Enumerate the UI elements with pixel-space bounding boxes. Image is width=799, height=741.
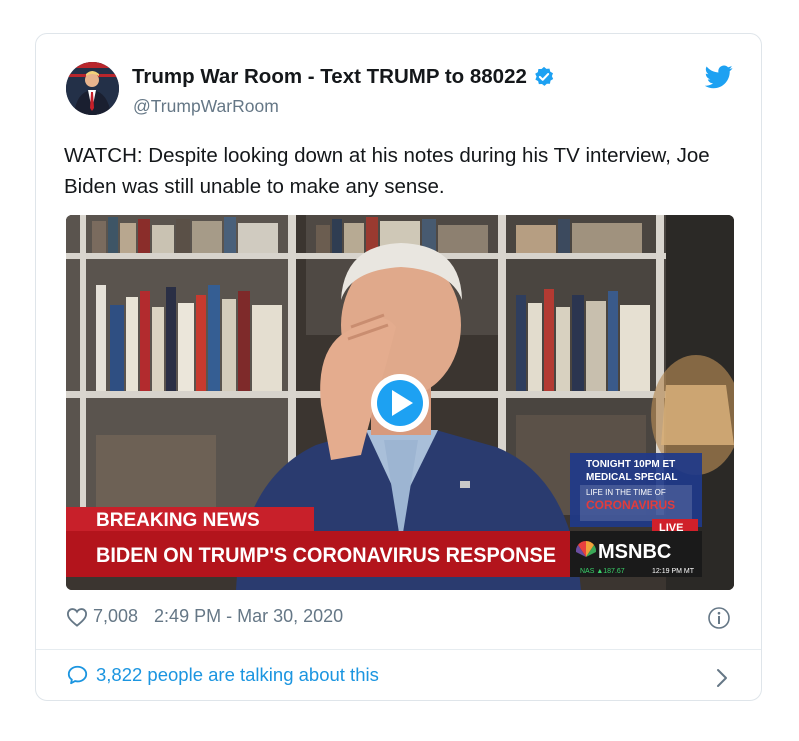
headline-label: BIDEN ON TRUMP'S CORONAVIRUS RESPONSE (96, 544, 556, 567)
comment-bubble-icon (67, 665, 88, 685)
play-icon[interactable] (371, 374, 429, 432)
promo-line1: TONIGHT 10PM ET (586, 459, 675, 470)
clock-label: 12:19 PM MT (652, 568, 695, 575)
heart-icon[interactable] (66, 607, 88, 627)
verified-badge-icon (535, 66, 554, 86)
network-logo: MSNBC (598, 541, 671, 563)
promo-line3: LIFE IN THE TIME OF (586, 488, 666, 497)
tweet-timestamp[interactable]: 2:49 PM - Mar 30, 2020 (154, 606, 343, 627)
tweet-card[interactable]: Trump War Room - Text TRUMP to 88022 @Tr… (35, 33, 762, 701)
author-avatar[interactable] (66, 62, 119, 115)
chevron-right-icon[interactable] (715, 667, 729, 689)
author-name[interactable]: Trump War Room - Text TRUMP to 88022 (132, 65, 527, 89)
twitter-bird-icon[interactable] (705, 65, 733, 89)
ticker-label: NAS ▲187.67 (580, 568, 625, 575)
author-handle[interactable]: @TrumpWarRoom (133, 96, 279, 117)
breaking-news-label: BREAKING NEWS (96, 510, 260, 531)
conversation-link[interactable]: 3,822 people are talking about this (66, 664, 379, 686)
like-count[interactable]: 7,008 (93, 606, 138, 627)
talking-about-label[interactable]: 3,822 people are talking about this (96, 664, 379, 686)
info-icon[interactable] (707, 606, 731, 630)
divider (36, 649, 761, 650)
tweet-text: WATCH: Despite looking down at his notes… (64, 144, 710, 198)
promo-line4: CORONAVIRUS (586, 498, 675, 512)
video-player[interactable]: TONIGHT 10PM ET MEDICAL SPECIAL LIFE IN … (66, 215, 734, 590)
promo-line2: MEDICAL SPECIAL (586, 472, 678, 483)
